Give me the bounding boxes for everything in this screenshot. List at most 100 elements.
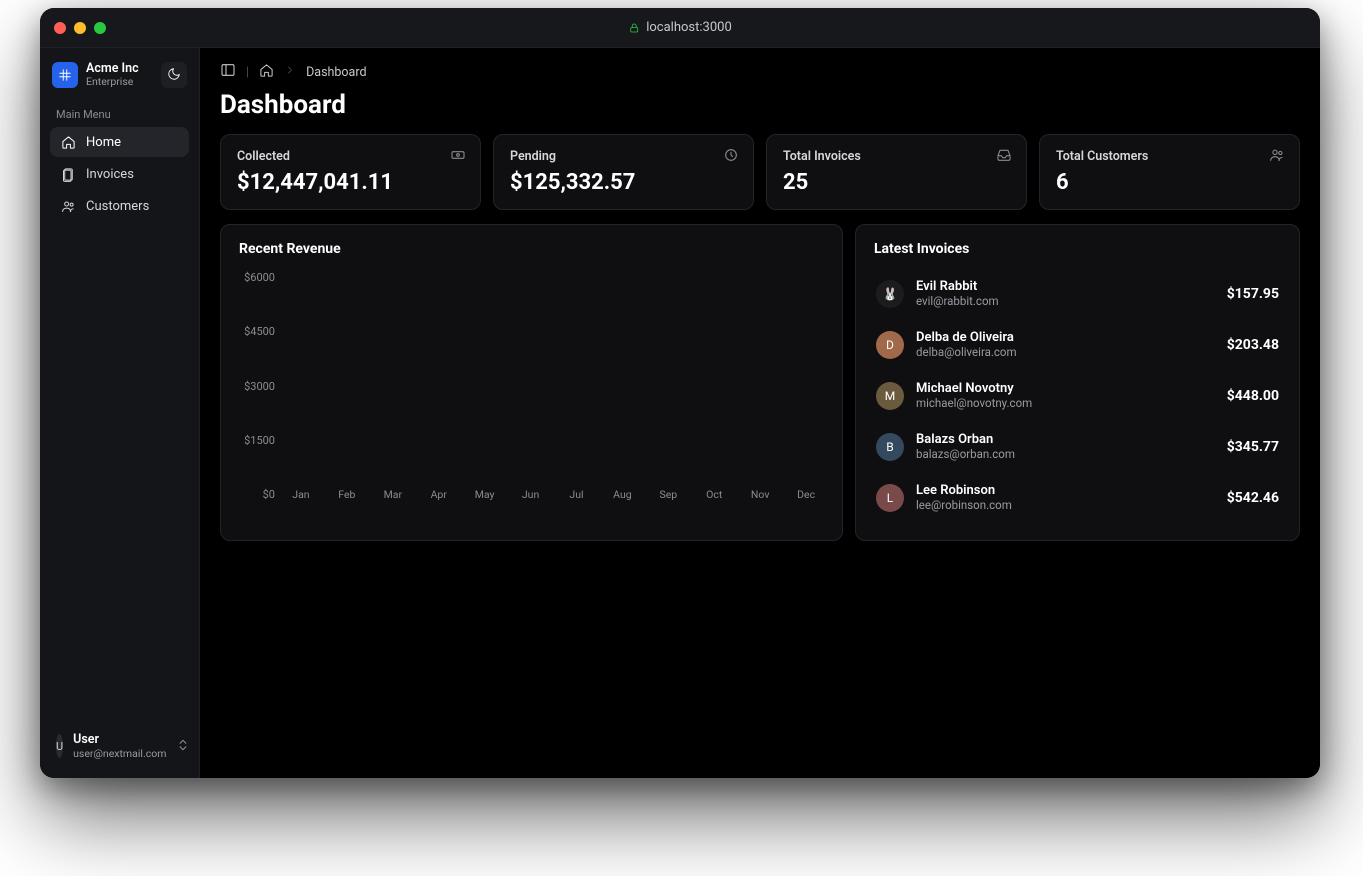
banknote-icon xyxy=(450,147,466,167)
x-tick: Jan xyxy=(283,488,319,501)
stat-value: 6 xyxy=(1056,170,1283,195)
invoice-amount: $448.00 xyxy=(1227,388,1279,404)
invoice-avatar: B xyxy=(876,433,904,461)
user-menu[interactable]: U User user@nextmail.com xyxy=(50,724,189,768)
clock-icon xyxy=(723,147,739,167)
revenue-panel-title: Recent Revenue xyxy=(239,241,824,257)
chart-y-axis: $6000$4500$3000$1500$0 xyxy=(239,271,283,501)
y-tick: $3000 xyxy=(244,380,275,393)
main-content: | Dashboard Dashboard Collected $12,447,0… xyxy=(200,48,1320,778)
stat-card-total-customers: Total Customers 6 xyxy=(1039,134,1300,210)
sidebar-item-home[interactable]: Home xyxy=(50,127,189,157)
x-tick: Mar xyxy=(375,488,411,501)
x-tick: Apr xyxy=(421,488,457,501)
users-icon xyxy=(1269,147,1285,167)
breadcrumb-current: Dashboard xyxy=(306,65,366,80)
y-tick: $0 xyxy=(263,488,275,501)
invoices-panel: Latest Invoices 🐰 Evil Rabbitevil@rabbit.… xyxy=(855,224,1300,541)
titlebar: localhost:3000 xyxy=(40,8,1320,48)
invoice-email: michael@novotny.com xyxy=(916,396,1215,410)
invoice-row[interactable]: M Michael Novotnymichael@novotny.com $448.… xyxy=(874,373,1281,418)
stat-value: 25 xyxy=(783,170,1010,195)
home-icon[interactable] xyxy=(259,63,274,82)
sidebar-item-customers[interactable]: Customers xyxy=(50,191,189,221)
revenue-panel: Recent Revenue $6000$4500$3000$1500$0 Ja… xyxy=(220,224,843,541)
sidebar-item-invoices[interactable]: Invoices xyxy=(50,159,189,189)
minimize-window-button[interactable] xyxy=(74,22,86,34)
stat-label: Total Customers xyxy=(1056,149,1283,164)
invoice-avatar: M xyxy=(876,382,904,410)
y-tick: $6000 xyxy=(244,271,275,284)
stat-card-total-invoices: Total Invoices 25 xyxy=(766,134,1027,210)
breadcrumb-separator: | xyxy=(246,65,249,80)
chevrons-up-down-icon xyxy=(176,737,190,756)
invoice-row[interactable]: BBalazs Orbanbalazs@orban.com$345.77 xyxy=(874,424,1281,469)
invoice-amount: $542.46 xyxy=(1227,490,1279,506)
x-tick: Aug xyxy=(604,488,640,501)
x-tick: Jun xyxy=(513,488,549,501)
invoices-icon xyxy=(60,166,76,182)
invoice-name: Evil Rabbit xyxy=(916,279,1215,294)
chevron-right-icon xyxy=(284,64,296,80)
invoices-panel-title: Latest Invoices xyxy=(874,241,1281,257)
invoice-avatar: 🐰 xyxy=(876,280,904,308)
invoice-name: Michael Novotny xyxy=(916,381,1215,396)
inbox-icon xyxy=(996,147,1012,167)
x-tick: Sep xyxy=(650,488,686,501)
x-tick: Nov xyxy=(742,488,778,501)
invoice-amount: $157.95 xyxy=(1227,286,1279,302)
invoice-email: lee@robinson.com xyxy=(916,498,1215,512)
x-tick: Feb xyxy=(329,488,365,501)
sidebar-nav: Home Invoices Customers xyxy=(50,127,189,221)
sidebar-section-label: Main Menu xyxy=(56,108,183,121)
user-email: user@nextmail.com xyxy=(73,747,166,760)
org-switcher[interactable]: Acme Inc Enterprise xyxy=(50,58,189,98)
invoice-amount: $203.48 xyxy=(1227,337,1279,353)
invoice-email: balazs@orban.com xyxy=(916,447,1215,461)
invoice-row[interactable]: L Lee Robinsonlee@robinson.com $542.46 xyxy=(874,475,1281,520)
user-name: User xyxy=(73,732,166,747)
user-avatar: U xyxy=(56,734,63,758)
chart-bars xyxy=(283,271,824,482)
invoice-name: Delba de Oliveira xyxy=(916,330,1215,345)
x-tick: Oct xyxy=(696,488,732,501)
moon-icon xyxy=(167,66,181,85)
close-window-button[interactable] xyxy=(54,22,66,34)
invoice-email: evil@rabbit.com xyxy=(916,294,1215,308)
stat-cards: Collected $12,447,041.11 Pending$125,332.5… xyxy=(220,134,1300,210)
x-tick: Jul xyxy=(559,488,595,501)
window-controls xyxy=(54,22,106,34)
invoice-name: Lee Robinson xyxy=(916,483,1215,498)
stat-label: Total Invoices xyxy=(783,149,1010,164)
stat-card-pending: Pending$125,332.57 xyxy=(493,134,754,210)
sidebar-item-label: Invoices xyxy=(86,167,134,182)
sidebar-item-label: Home xyxy=(86,135,121,150)
invoice-avatar: L xyxy=(876,484,904,512)
stat-value: $125,332.57 xyxy=(510,170,737,195)
stat-label: Collected xyxy=(237,149,464,164)
y-tick: $1500 xyxy=(244,434,275,447)
home-icon xyxy=(60,134,76,150)
x-tick: May xyxy=(467,488,503,501)
customers-icon xyxy=(60,198,76,214)
org-logo xyxy=(52,62,78,88)
sidebar-item-label: Customers xyxy=(86,199,149,214)
stat-value: $12,447,041.11 xyxy=(237,170,464,195)
invoice-amount: $345.77 xyxy=(1227,439,1279,455)
chart-x-axis: JanFebMarAprMayJunJulAugSepOctNovDec xyxy=(283,488,824,501)
address-bar[interactable]: localhost:3000 xyxy=(628,20,732,35)
invoice-row[interactable]: 🐰 Evil Rabbitevil@rabbit.com $157.95 xyxy=(874,271,1281,316)
sidebar: Acme Inc Enterprise Main Menu Home Invoic… xyxy=(40,48,200,778)
invoice-row[interactable]: DDelba de Oliveiradelba@oliveira.com$203… xyxy=(874,322,1281,367)
invoices-list: 🐰 Evil Rabbitevil@rabbit.com $157.95 D Delba… xyxy=(874,271,1281,520)
org-plan: Enterprise xyxy=(86,76,139,88)
address-url: localhost:3000 xyxy=(646,20,732,35)
stat-card-collected: Collected $12,447,041.11 xyxy=(220,134,481,210)
lock-icon xyxy=(628,22,640,34)
page-title: Dashboard xyxy=(220,90,1300,120)
theme-toggle-button[interactable] xyxy=(161,62,187,88)
maximize-window-button[interactable] xyxy=(94,22,106,34)
org-name: Acme Inc xyxy=(86,62,139,76)
invoice-avatar: D xyxy=(876,331,904,359)
panel-toggle-icon[interactable] xyxy=(220,62,236,82)
